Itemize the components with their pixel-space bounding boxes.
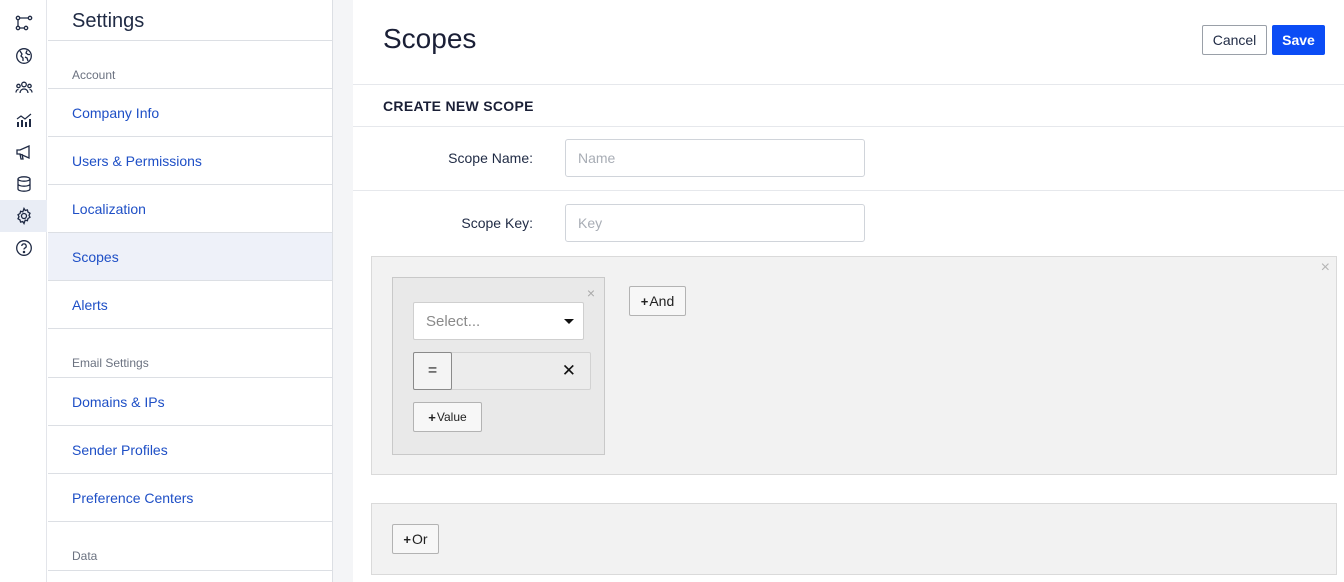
globe-icon bbox=[15, 48, 32, 64]
scope-name-input[interactable] bbox=[565, 139, 865, 177]
flow-icon bbox=[15, 15, 32, 31]
close-icon[interactable]: × bbox=[1321, 259, 1330, 277]
rail-item-data[interactable] bbox=[0, 168, 47, 200]
main-content: Scopes Cancel Save CREATE NEW SCOPE Scop… bbox=[353, 0, 1344, 582]
gear-icon bbox=[16, 207, 31, 225]
save-button[interactable]: Save bbox=[1272, 25, 1325, 55]
users-icon bbox=[14, 81, 33, 94]
scope-key-input[interactable] bbox=[565, 204, 865, 242]
divider bbox=[48, 328, 332, 329]
nav-item-domains-ips[interactable]: Domains & IPs bbox=[48, 378, 332, 425]
page-title: Scopes bbox=[383, 23, 477, 54]
clear-icon[interactable]: ✕ bbox=[562, 361, 576, 381]
add-or-button[interactable]: + Or bbox=[392, 524, 439, 554]
nav-item-users-permissions[interactable]: Users & Permissions bbox=[48, 137, 332, 184]
nav-item-preference-centers[interactable]: Preference Centers bbox=[48, 474, 332, 521]
nav-item-company-info[interactable]: Company Info bbox=[48, 89, 332, 136]
add-value-label: Value bbox=[436, 410, 467, 424]
rail-item-flows[interactable] bbox=[0, 7, 47, 39]
or-group: + Or bbox=[371, 503, 1337, 575]
plus-icon: + bbox=[428, 409, 436, 425]
plus-icon: + bbox=[403, 531, 412, 547]
nav-item-scopes[interactable]: Scopes bbox=[48, 233, 332, 280]
add-and-button[interactable]: + And bbox=[629, 286, 686, 316]
cancel-button[interactable]: Cancel bbox=[1202, 25, 1267, 55]
megaphone-icon bbox=[15, 144, 30, 160]
scope-name-label: Scope Name: bbox=[448, 150, 533, 166]
rail-item-audience[interactable] bbox=[0, 72, 47, 104]
scope-key-label: Scope Key: bbox=[461, 215, 533, 231]
nav-section-email-settings: Email Settings bbox=[72, 356, 149, 370]
nav-section-data: Data bbox=[72, 549, 98, 563]
add-or-label: Or bbox=[412, 531, 428, 547]
plus-icon: + bbox=[640, 293, 649, 309]
divider bbox=[48, 40, 332, 41]
select-value: Select... bbox=[426, 312, 481, 330]
app-window: Settings Account Company Info Users & Pe… bbox=[0, 0, 1344, 582]
section-title: CREATE NEW SCOPE bbox=[383, 98, 534, 114]
rail-item-campaigns[interactable] bbox=[0, 136, 47, 168]
close-icon[interactable]: × bbox=[587, 285, 595, 301]
operator-button[interactable]: = bbox=[413, 352, 452, 390]
nav-item-localization[interactable]: Localization bbox=[48, 185, 332, 232]
condition-group: × × Select... = ✕ + Value + And bbox=[371, 256, 1337, 475]
field-select[interactable]: Select... bbox=[413, 302, 584, 340]
rail-item-analytics[interactable] bbox=[0, 104, 47, 136]
add-and-label: And bbox=[649, 293, 675, 309]
settings-nav: Settings Account Company Info Users & Pe… bbox=[48, 0, 333, 582]
divider bbox=[353, 190, 1344, 191]
nav-item-alerts[interactable]: Alerts bbox=[48, 281, 332, 328]
rail-item-settings[interactable] bbox=[0, 200, 47, 232]
help-icon bbox=[15, 240, 32, 256]
condition-card: × Select... = ✕ + Value bbox=[392, 277, 605, 455]
database-icon bbox=[16, 176, 31, 192]
operator-value-row: = ✕ bbox=[413, 352, 591, 390]
panel-gutter bbox=[333, 0, 353, 582]
divider bbox=[353, 126, 1344, 127]
add-value-button[interactable]: + Value bbox=[413, 402, 482, 432]
divider bbox=[48, 521, 332, 522]
chevron-down-icon bbox=[564, 319, 574, 324]
nav-title: Settings bbox=[72, 10, 145, 32]
divider bbox=[48, 570, 332, 571]
nav-section-account: Account bbox=[72, 68, 116, 82]
nav-item-sender-profiles[interactable]: Sender Profiles bbox=[48, 426, 332, 473]
divider bbox=[353, 84, 1344, 85]
analytics-icon bbox=[16, 113, 31, 127]
icon-rail bbox=[0, 0, 47, 582]
rail-item-globe[interactable] bbox=[0, 40, 47, 72]
rail-item-help[interactable] bbox=[0, 232, 47, 264]
